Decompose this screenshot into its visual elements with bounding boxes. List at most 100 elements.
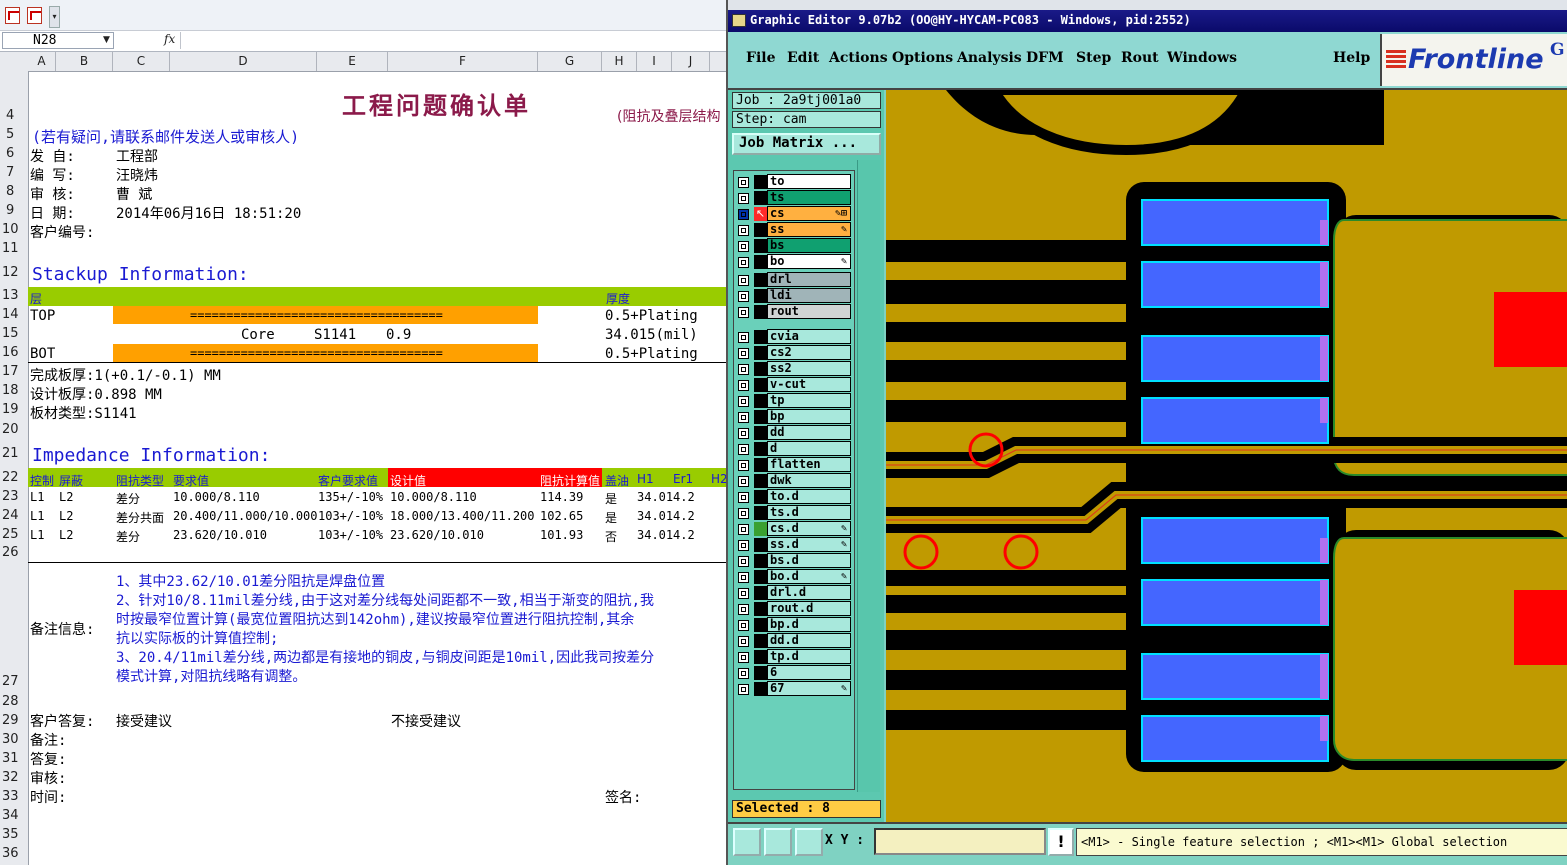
layer-checkbox[interactable]: [738, 364, 749, 375]
layer-row-ss[interactable]: ss ✎: [734, 222, 854, 238]
menu-edit[interactable]: Edit: [787, 50, 819, 66]
layer-name[interactable]: tp.d: [767, 649, 851, 664]
layer-marker[interactable]: [754, 490, 767, 504]
row-header[interactable]: 29: [0, 713, 30, 728]
layer-marker[interactable]: [754, 586, 767, 600]
menu-options[interactable]: Options: [892, 50, 953, 66]
col-header[interactable]: H: [602, 52, 637, 71]
layer-row-6[interactable]: 6: [734, 665, 854, 681]
zoom-area-icon[interactable]: [764, 828, 792, 856]
layer-name[interactable]: dd: [767, 425, 851, 440]
row-header[interactable]: 16: [0, 345, 30, 360]
layer-marker[interactable]: [754, 426, 767, 440]
layer-row-ts.d[interactable]: ts.d: [734, 505, 854, 521]
layer-marker[interactable]: [754, 570, 767, 584]
layer-marker[interactable]: [754, 191, 767, 205]
layer-row-flatten[interactable]: flatten: [734, 457, 854, 473]
row-header[interactable]: 7: [0, 165, 34, 180]
layer-name[interactable]: rout.d: [767, 601, 851, 616]
menu-rout[interactable]: Rout: [1121, 50, 1159, 66]
app-icon[interactable]: [732, 14, 746, 27]
layer-checkbox[interactable]: [738, 588, 749, 599]
row-header[interactable]: 8: [0, 184, 34, 199]
layer-row-cvia[interactable]: cvia: [734, 329, 854, 345]
ge-titlebar[interactable]: Graphic Editor 9.07b2 (OO@HY-HYCAM-PC083…: [728, 10, 1567, 32]
row-header[interactable]: 35: [0, 827, 30, 842]
layer-marker[interactable]: [754, 554, 767, 568]
layer-marker[interactable]: [754, 522, 767, 536]
layer-checkbox[interactable]: [738, 348, 749, 359]
row-header[interactable]: 23: [0, 489, 30, 504]
layer-name[interactable]: bp: [767, 409, 851, 424]
row-header[interactable]: 6: [0, 146, 34, 161]
row-header[interactable]: 25: [0, 527, 30, 542]
layer-marker[interactable]: [754, 538, 767, 552]
layer-name[interactable]: cs.d ✎: [767, 521, 851, 536]
col-header[interactable]: J: [672, 52, 710, 71]
layer-name[interactable]: ts: [767, 190, 851, 205]
job-matrix-button[interactable]: Job Matrix ...: [732, 133, 881, 155]
layer-marker[interactable]: [754, 618, 767, 632]
layer-marker[interactable]: [754, 602, 767, 616]
pdf-edit-icon[interactable]: [27, 7, 42, 24]
layer-checkbox[interactable]: [738, 684, 749, 695]
layer-marker[interactable]: [754, 175, 767, 189]
layer-marker[interactable]: [754, 666, 767, 680]
col-header[interactable]: I: [637, 52, 672, 71]
layer-row-dd[interactable]: dd: [734, 425, 854, 441]
layer-name[interactable]: rout: [767, 304, 851, 319]
layer-marker[interactable]: [754, 394, 767, 408]
zoom-fit-icon[interactable]: [733, 828, 761, 856]
layer-marker[interactable]: [754, 506, 767, 520]
layer-checkbox[interactable]: [738, 444, 749, 455]
layer-name[interactable]: ldi: [767, 288, 851, 303]
row-header[interactable]: 32: [0, 770, 30, 785]
layer-marker[interactable]: [754, 273, 767, 287]
layer-name[interactable]: cvia: [767, 329, 851, 344]
col-header[interactable]: B: [56, 52, 113, 71]
layer-name[interactable]: 6: [767, 665, 851, 680]
row-header[interactable]: 13: [0, 288, 30, 303]
col-header[interactable]: D: [170, 52, 317, 71]
layer-checkbox[interactable]: [738, 604, 749, 615]
menu-help[interactable]: Help: [1333, 50, 1370, 66]
layer-checkbox[interactable]: [738, 241, 749, 252]
layer-name[interactable]: to: [767, 174, 851, 189]
layer-name[interactable]: v-cut: [767, 377, 851, 392]
menu-dfm[interactable]: DFM: [1026, 50, 1064, 66]
layer-name[interactable]: bs.d: [767, 553, 851, 568]
layer-checkbox[interactable]: [738, 460, 749, 471]
layer-row-drl[interactable]: drl: [734, 272, 854, 288]
row-header[interactable]: 17: [0, 364, 30, 379]
layer-row-v-cut[interactable]: v-cut: [734, 377, 854, 393]
layer-name[interactable]: ts.d: [767, 505, 851, 520]
layer-name[interactable]: drl: [767, 272, 851, 287]
layer-marker[interactable]: [754, 634, 767, 648]
layer-name[interactable]: to.d: [767, 489, 851, 504]
row-header[interactable]: 12: [0, 265, 30, 280]
layer-row-ss2[interactable]: ss2: [734, 361, 854, 377]
layer-marker[interactable]: [754, 289, 767, 303]
row-header[interactable]: 27: [0, 674, 30, 689]
layer-checkbox[interactable]: [738, 380, 749, 391]
layer-checkbox[interactable]: [738, 540, 749, 551]
layer-marker[interactable]: [754, 223, 767, 237]
layer-row-cs2[interactable]: cs2: [734, 345, 854, 361]
layer-checkbox[interactable]: [738, 209, 749, 220]
layer-marker[interactable]: [754, 239, 767, 253]
layer-checkbox[interactable]: [738, 652, 749, 663]
layer-checkbox[interactable]: [738, 668, 749, 679]
layer-checkbox[interactable]: [738, 257, 749, 268]
layer-marker[interactable]: [754, 305, 767, 319]
col-header[interactable]: C: [113, 52, 170, 71]
layer-row-rout[interactable]: rout: [734, 304, 854, 320]
layer-name[interactable]: bs: [767, 238, 851, 253]
layer-row-cs.d[interactable]: cs.d ✎: [734, 521, 854, 537]
layer-name[interactable]: bo.d ✎: [767, 569, 851, 584]
layer-checkbox[interactable]: [738, 524, 749, 535]
layer-checkbox[interactable]: [738, 476, 749, 487]
accept-option[interactable]: 接受建议: [116, 711, 172, 731]
row-header[interactable]: 26: [0, 545, 30, 560]
layer-scrollbar[interactable]: [857, 160, 880, 792]
layer-checkbox[interactable]: [738, 636, 749, 647]
